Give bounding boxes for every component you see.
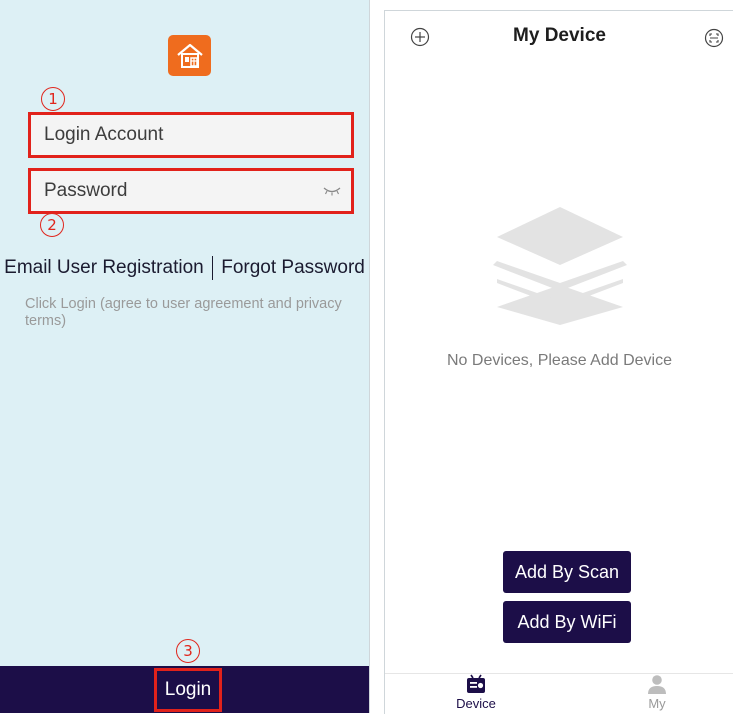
annotation-step-3: ③3 [176,639,200,663]
annotation-number: 3 [183,642,193,660]
annotation-step-1: ①1 [41,87,65,111]
email-registration-link[interactable]: Email User Registration [4,257,204,279]
tab-my[interactable]: My [597,674,717,714]
password-field[interactable] [28,168,354,214]
auth-links: Email User Registration Forgot Password [0,256,369,280]
password-input[interactable] [31,171,351,211]
add-by-wifi-button[interactable]: Add By WiFi [503,601,631,643]
login-screen: ①1 ②2 Email User Registration Forgot Pas… [0,0,370,713]
login-button[interactable]: Login [154,668,222,712]
device-icon [467,674,485,693]
scan-icon[interactable] [704,28,724,48]
device-screen: My Device No Devices, Please Add Device … [384,10,733,714]
add-by-scan-button[interactable]: Add By Scan [503,551,631,593]
person-icon [648,675,666,694]
tab-device[interactable]: Device [416,674,536,714]
link-divider [211,256,214,280]
tab-label: Device [456,696,496,711]
app-logo [168,35,211,76]
agreement-text: Click Login (agree to user agreement and… [25,296,342,329]
eye-closed-icon[interactable] [323,185,341,197]
account-input[interactable] [31,115,351,155]
annotation-number: 2 [47,216,57,234]
forgot-password-link[interactable]: Forgot Password [221,257,365,279]
home-logo-icon [176,43,203,68]
annotation-number: 1 [48,90,58,108]
empty-state-message: No Devices, Please Add Device [447,352,672,369]
empty-layers-icon [493,207,627,325]
page-title: My Device [513,25,606,46]
annotation-step-2: ②2 [40,213,64,237]
tab-label: My [648,696,666,711]
bottom-tab-bar: Device My [385,673,733,714]
account-field[interactable] [28,112,354,158]
